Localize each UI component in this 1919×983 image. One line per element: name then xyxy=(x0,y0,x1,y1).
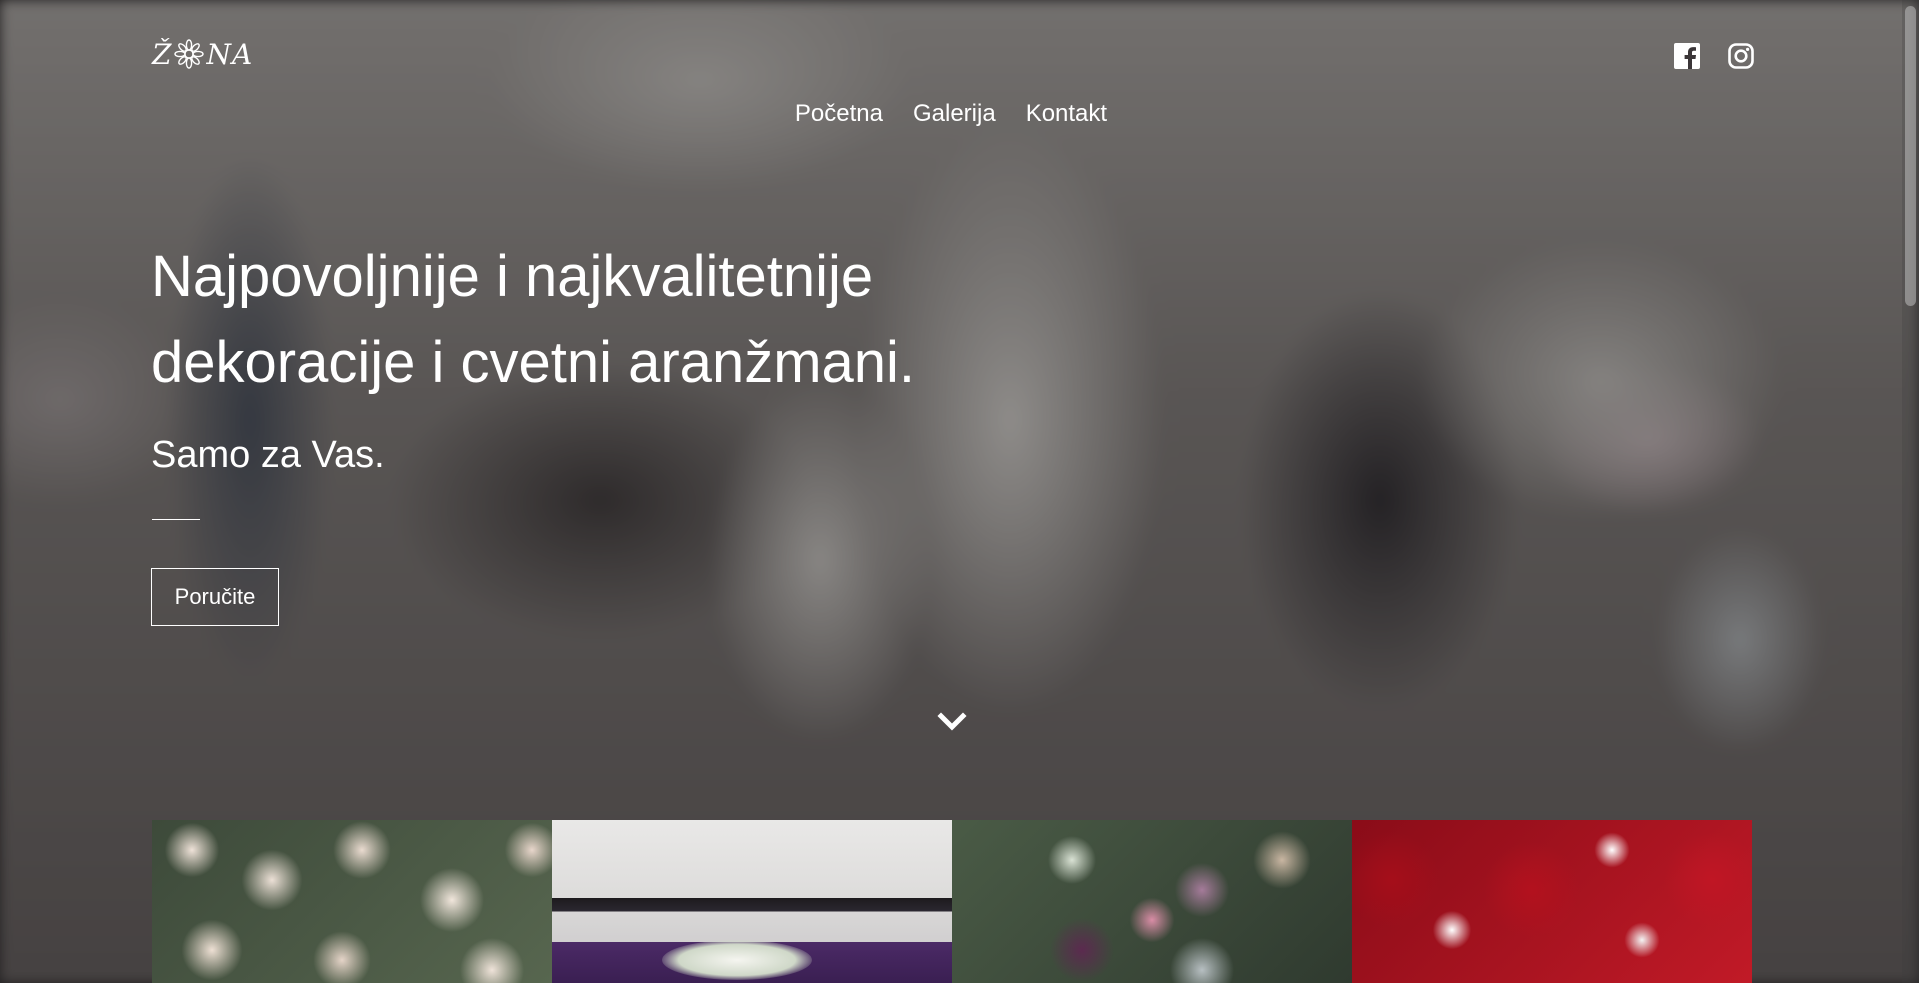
logo-letter-z: Ž xyxy=(152,37,173,71)
nav-item-galerija[interactable]: Galerija xyxy=(913,100,996,128)
page-scrollbar[interactable] xyxy=(1902,0,1919,983)
facebook-icon xyxy=(1674,43,1700,69)
facebook-link[interactable] xyxy=(1673,42,1701,70)
flower-logo-icon xyxy=(174,39,205,69)
nav-item-kontakt[interactable]: Kontakt xyxy=(1026,100,1107,128)
scrollbar-thumb[interactable] xyxy=(1905,6,1916,306)
instagram-link[interactable] xyxy=(1727,42,1755,70)
page: Ž NA Početna Galerija Kontakt Najpovoljn… xyxy=(0,0,1919,983)
logo-letters-na: NA xyxy=(206,37,254,71)
instagram-icon xyxy=(1728,43,1754,69)
gallery-tile-table-decoration[interactable] xyxy=(552,820,952,983)
gallery-tile-red-roses[interactable] xyxy=(1352,820,1752,983)
gallery-strip xyxy=(152,820,1752,983)
site-logo[interactable]: Ž NA xyxy=(152,34,284,74)
hero-subline: Samo za Vas. xyxy=(151,434,385,476)
order-button[interactable]: Poručite xyxy=(151,568,279,626)
nav-item-pocetna[interactable]: Početna xyxy=(795,100,883,128)
main-nav: Početna Galerija Kontakt xyxy=(0,100,1902,128)
hero-headline-line-2: dekoracije i cvetni aranžmani. xyxy=(151,330,916,395)
social-links xyxy=(1673,42,1755,70)
gallery-tile-roses[interactable] xyxy=(152,820,552,983)
hero-headline: Najpovoljnije i najkvalitetnije dekoraci… xyxy=(151,234,1051,406)
hero-headline-line-1: Najpovoljnije i najkvalitetnije xyxy=(151,244,874,309)
chevron-down-icon[interactable] xyxy=(937,710,967,734)
gallery-tile-mixed-bouquet[interactable] xyxy=(952,820,1352,983)
hero-divider xyxy=(152,519,200,520)
